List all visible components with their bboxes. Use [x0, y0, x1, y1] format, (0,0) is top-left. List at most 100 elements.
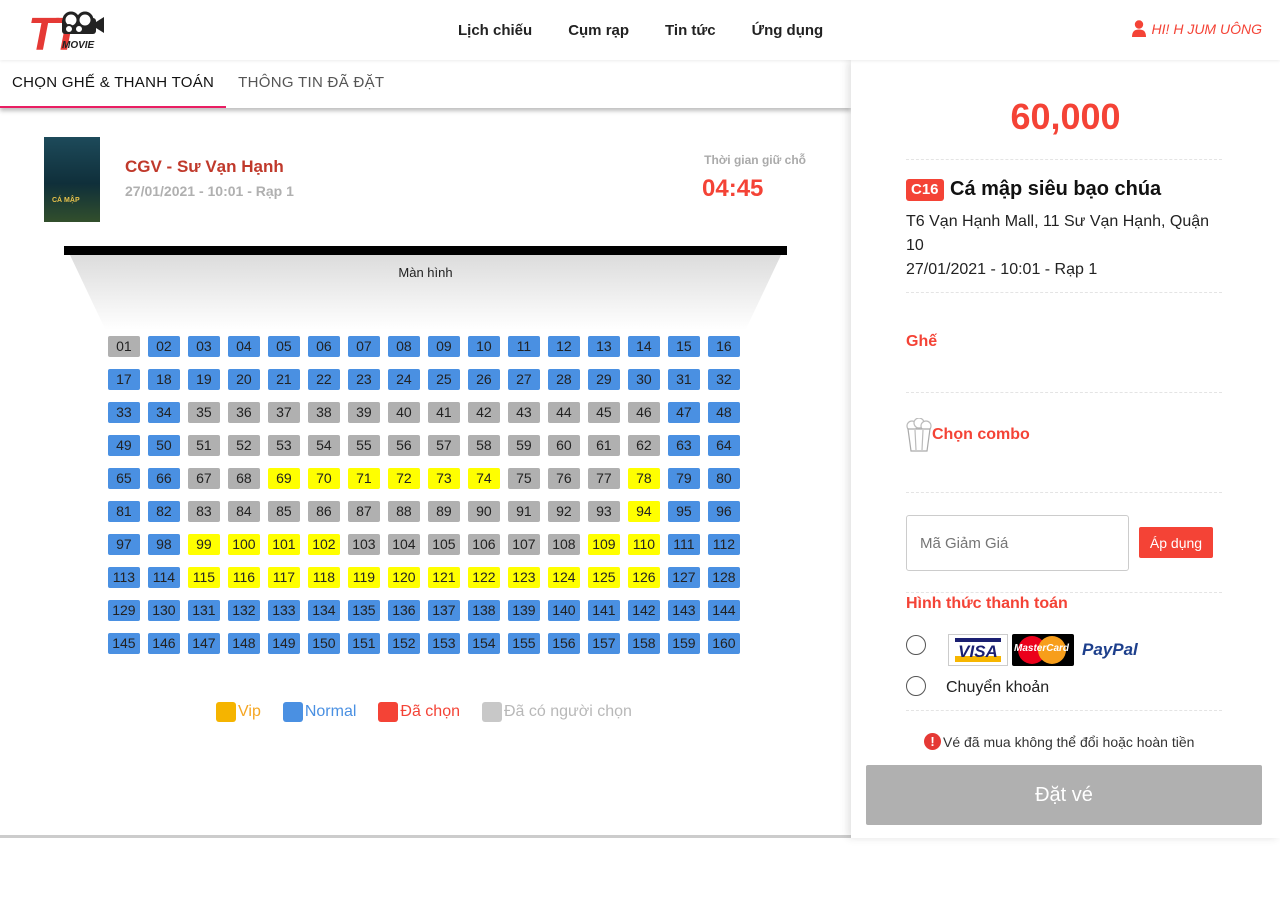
- seat-26[interactable]: 26: [468, 369, 500, 390]
- seat-63[interactable]: 63: [668, 435, 700, 456]
- seat-136[interactable]: 136: [388, 600, 420, 621]
- seat-145[interactable]: 145: [108, 633, 140, 654]
- seat-147[interactable]: 147: [188, 633, 220, 654]
- seat-07[interactable]: 07: [348, 336, 380, 357]
- seat-23[interactable]: 23: [348, 369, 380, 390]
- seat-65[interactable]: 65: [108, 468, 140, 489]
- seat-127[interactable]: 127: [668, 567, 700, 588]
- apply-coupon-button[interactable]: Áp dụng: [1139, 527, 1213, 558]
- seat-81[interactable]: 81: [108, 501, 140, 522]
- seat-152[interactable]: 152: [388, 633, 420, 654]
- seat-31[interactable]: 31: [668, 369, 700, 390]
- tab-booked-info[interactable]: THÔNG TIN ĐÃ ĐẶT: [226, 60, 396, 108]
- seat-73[interactable]: 73: [428, 468, 460, 489]
- seat-154[interactable]: 154: [468, 633, 500, 654]
- seat-70[interactable]: 70: [308, 468, 340, 489]
- seat-139[interactable]: 139: [508, 600, 540, 621]
- seat-27[interactable]: 27: [508, 369, 540, 390]
- seat-71[interactable]: 71: [348, 468, 380, 489]
- seat-129[interactable]: 129: [108, 600, 140, 621]
- seat-20[interactable]: 20: [228, 369, 260, 390]
- seat-134[interactable]: 134: [308, 600, 340, 621]
- seat-100[interactable]: 100: [228, 534, 260, 555]
- seat-125[interactable]: 125: [588, 567, 620, 588]
- seat-82[interactable]: 82: [148, 501, 180, 522]
- seat-69[interactable]: 69: [268, 468, 300, 489]
- seat-117[interactable]: 117: [268, 567, 300, 588]
- seat-94[interactable]: 94: [628, 501, 660, 522]
- seat-122[interactable]: 122: [468, 567, 500, 588]
- seat-130[interactable]: 130: [148, 600, 180, 621]
- seat-12[interactable]: 12: [548, 336, 580, 357]
- seat-78[interactable]: 78: [628, 468, 660, 489]
- seat-137[interactable]: 137: [428, 600, 460, 621]
- seat-124[interactable]: 124: [548, 567, 580, 588]
- seat-160[interactable]: 160: [708, 633, 740, 654]
- user-menu[interactable]: HI! H JUM UÔNG: [1131, 20, 1262, 37]
- seat-34[interactable]: 34: [148, 402, 180, 423]
- seat-04[interactable]: 04: [228, 336, 260, 357]
- seat-66[interactable]: 66: [148, 468, 180, 489]
- seat-10[interactable]: 10: [468, 336, 500, 357]
- seat-111[interactable]: 111: [668, 534, 700, 555]
- seat-113[interactable]: 113: [108, 567, 140, 588]
- seat-02[interactable]: 02: [148, 336, 180, 357]
- seat-142[interactable]: 142: [628, 600, 660, 621]
- seat-120[interactable]: 120: [388, 567, 420, 588]
- seat-06[interactable]: 06: [308, 336, 340, 357]
- payment-card-radio[interactable]: [906, 635, 926, 655]
- seat-13[interactable]: 13: [588, 336, 620, 357]
- seat-25[interactable]: 25: [428, 369, 460, 390]
- seat-114[interactable]: 114: [148, 567, 180, 588]
- seat-99[interactable]: 99: [188, 534, 220, 555]
- seat-149[interactable]: 149: [268, 633, 300, 654]
- seat-32[interactable]: 32: [708, 369, 740, 390]
- seat-140[interactable]: 140: [548, 600, 580, 621]
- seat-112[interactable]: 112: [708, 534, 740, 555]
- seat-22[interactable]: 22: [308, 369, 340, 390]
- seat-126[interactable]: 126: [628, 567, 660, 588]
- seat-153[interactable]: 153: [428, 633, 460, 654]
- nav-cinemas[interactable]: Cụm rạp: [568, 22, 629, 39]
- seat-119[interactable]: 119: [348, 567, 380, 588]
- seat-19[interactable]: 19: [188, 369, 220, 390]
- nav-news[interactable]: Tin tức: [665, 22, 716, 39]
- seat-146[interactable]: 146: [148, 633, 180, 654]
- seat-157[interactable]: 157: [588, 633, 620, 654]
- seat-115[interactable]: 115: [188, 567, 220, 588]
- seat-159[interactable]: 159: [668, 633, 700, 654]
- seat-98[interactable]: 98: [148, 534, 180, 555]
- seat-08[interactable]: 08: [388, 336, 420, 357]
- seat-121[interactable]: 121: [428, 567, 460, 588]
- combo-selector[interactable]: Chọn combo: [906, 418, 1030, 452]
- seat-64[interactable]: 64: [708, 435, 740, 456]
- seat-109[interactable]: 109: [588, 534, 620, 555]
- seat-131[interactable]: 131: [188, 600, 220, 621]
- seat-148[interactable]: 148: [228, 633, 260, 654]
- seat-116[interactable]: 116: [228, 567, 260, 588]
- seat-101[interactable]: 101: [268, 534, 300, 555]
- coupon-input[interactable]: [906, 515, 1129, 571]
- seat-49[interactable]: 49: [108, 435, 140, 456]
- book-ticket-button[interactable]: Đặt vé: [866, 765, 1262, 825]
- seat-123[interactable]: 123: [508, 567, 540, 588]
- seat-128[interactable]: 128: [708, 567, 740, 588]
- seat-50[interactable]: 50: [148, 435, 180, 456]
- seat-151[interactable]: 151: [348, 633, 380, 654]
- seat-156[interactable]: 156: [548, 633, 580, 654]
- seat-97[interactable]: 97: [108, 534, 140, 555]
- seat-33[interactable]: 33: [108, 402, 140, 423]
- seat-143[interactable]: 143: [668, 600, 700, 621]
- seat-110[interactable]: 110: [628, 534, 660, 555]
- seat-95[interactable]: 95: [668, 501, 700, 522]
- seat-18[interactable]: 18: [148, 369, 180, 390]
- seat-79[interactable]: 79: [668, 468, 700, 489]
- seat-74[interactable]: 74: [468, 468, 500, 489]
- seat-158[interactable]: 158: [628, 633, 660, 654]
- seat-47[interactable]: 47: [668, 402, 700, 423]
- seat-132[interactable]: 132: [228, 600, 260, 621]
- seat-48[interactable]: 48: [708, 402, 740, 423]
- seat-05[interactable]: 05: [268, 336, 300, 357]
- seat-150[interactable]: 150: [308, 633, 340, 654]
- nav-apps[interactable]: Ứng dụng: [752, 22, 824, 39]
